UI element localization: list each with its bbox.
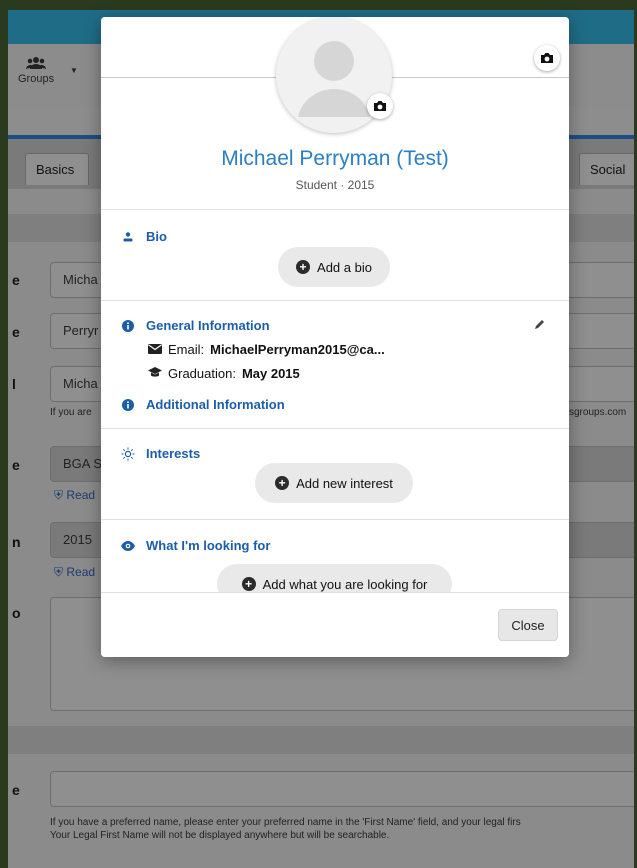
additional-info-label: Additional Information [146, 397, 285, 412]
add-bio-button[interactable]: + Add a bio [278, 247, 390, 287]
section-stripe [8, 726, 637, 754]
change-cover-camera-icon[interactable] [534, 45, 560, 71]
envelope-icon [148, 342, 162, 357]
shield-icon: ⛨ [54, 488, 64, 502]
tab-social[interactable]: Social [579, 153, 637, 185]
field-label-fragment: e [12, 272, 20, 288]
add-interest-button[interactable]: + Add new interest [255, 463, 413, 503]
interests-label: Interests [146, 446, 201, 461]
general-info-label: General Information [146, 318, 270, 333]
email-value: MichaelPerryman2015@ca... [210, 342, 385, 357]
general-info-title: General Information [120, 318, 270, 333]
interests-title: Interests [120, 446, 200, 461]
field-label-fragment: n [12, 534, 21, 550]
edit-pencil-icon[interactable] [534, 317, 546, 335]
graduation-cap-icon [148, 366, 162, 381]
window-border [0, 0, 8, 868]
chapter-read-link[interactable]: ⛨ Read [54, 488, 95, 503]
add-bio-label: Add a bio [317, 259, 372, 275]
field-label-fragment: l [12, 376, 16, 392]
divider [101, 209, 569, 210]
preferred-name-input[interactable] [50, 771, 637, 807]
field-label-fragment: e [12, 324, 20, 340]
email-help-text-end: sgroups.com [569, 407, 627, 418]
lightbulb-icon [120, 447, 136, 461]
add-interest-label: Add new interest [296, 475, 393, 491]
preferred-help-text-2: Your Legal First Name will not be displa… [50, 830, 390, 841]
info-icon [120, 398, 136, 411]
add-looking-for-label: Add what you are looking for [262, 576, 428, 592]
preferred-help-text: If you have a preferred name, please ent… [50, 817, 521, 828]
field-label-fragment: e [12, 782, 20, 798]
groups-label: Groups [18, 73, 55, 85]
divider [101, 519, 569, 520]
divider [101, 428, 569, 429]
change-avatar-camera-icon[interactable] [367, 93, 393, 119]
chapter-read-label: Read [66, 488, 96, 502]
looking-for-title: What I'm looking for [120, 538, 270, 553]
graduation-value: May 2015 [241, 366, 300, 381]
groups-icon [18, 56, 54, 73]
info-icon [120, 319, 136, 332]
plus-circle-icon: + [275, 476, 290, 490]
divider [101, 300, 569, 301]
eye-icon [120, 540, 136, 551]
profile-name: Michael Perryman (Test) [221, 147, 449, 170]
window-border [0, 0, 637, 10]
bio-title-label: Bio [146, 229, 167, 244]
groups-dropdown-caret-icon[interactable]: ▼ [70, 66, 78, 75]
shield-icon: ⛨ [54, 565, 64, 579]
close-button[interactable]: Close [498, 609, 558, 641]
tab-basics[interactable]: Basics [25, 153, 89, 185]
person-icon [120, 231, 136, 242]
bio-section-title: Bio [120, 229, 167, 244]
profile-modal: Michael Perryman (Test) Student · 2015 B… [101, 17, 569, 657]
field-label-fragment: o [12, 605, 21, 621]
graduation-info-line: Graduation: May 2015 [148, 366, 300, 381]
looking-for-label: What I'm looking for [146, 538, 271, 553]
year-read-label: Read [66, 565, 96, 579]
additional-info-title[interactable]: Additional Information [120, 397, 285, 412]
plus-circle-icon: + [241, 577, 256, 591]
profile-subtitle: Student · 2015 [295, 178, 375, 192]
groups-nav-item[interactable]: Groups [18, 56, 54, 85]
year-read-link[interactable]: ⛨ Read [54, 565, 95, 580]
email-info-line: Email: MichaelPerryman2015@ca... [148, 342, 385, 357]
email-label: Email: [168, 342, 205, 357]
graduation-label: Graduation: [168, 366, 236, 381]
email-help-text: If you are [50, 407, 92, 418]
field-label-fragment: e [12, 457, 20, 473]
plus-circle-icon: + [296, 260, 311, 274]
